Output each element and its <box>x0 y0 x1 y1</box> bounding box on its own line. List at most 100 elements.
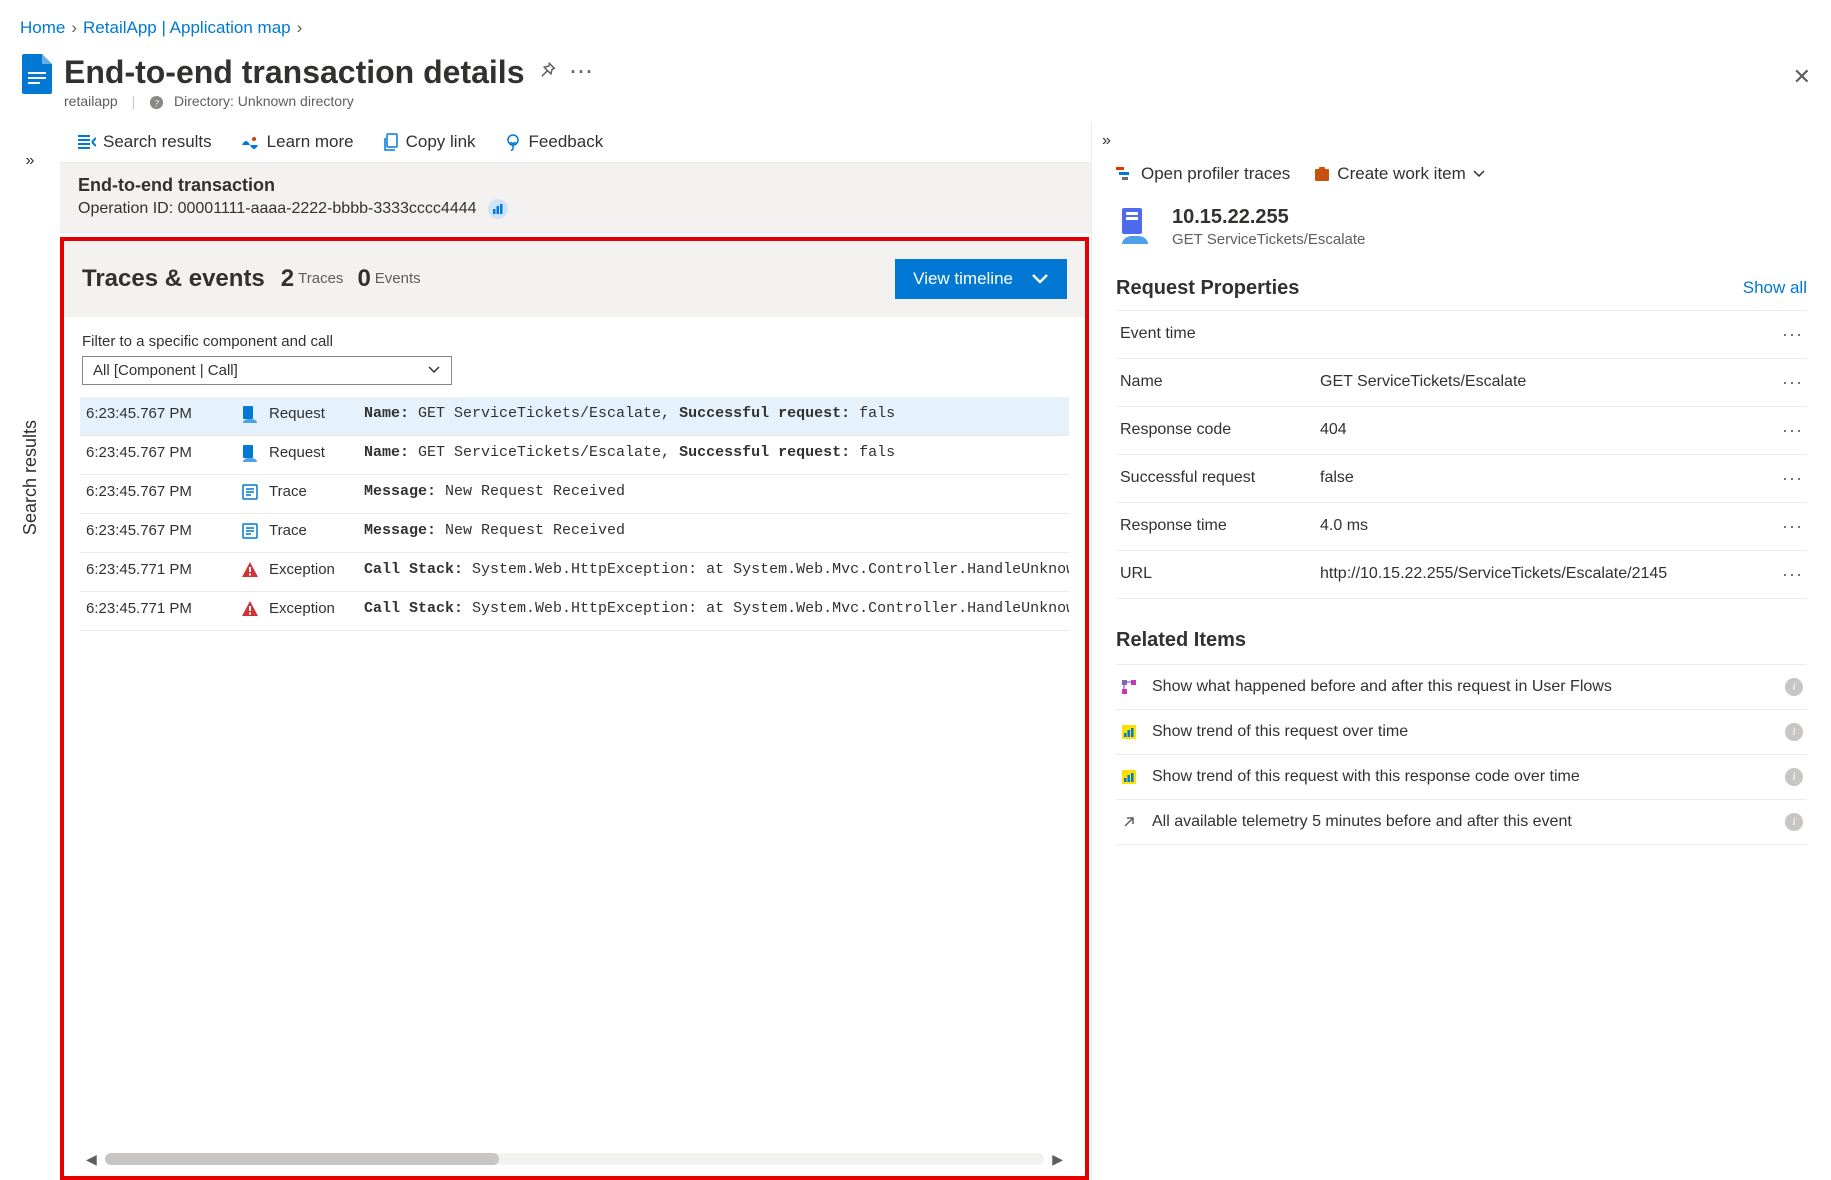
event-row[interactable]: 6:23:45.771 PMExceptionCall Stack: Syste… <box>80 552 1069 591</box>
operation-id-label: Operation ID: <box>78 200 173 217</box>
related-item[interactable]: Show what happened before and after this… <box>1116 664 1807 710</box>
operation-title: End-to-end transaction <box>78 175 1073 196</box>
more-icon[interactable]: ··· <box>1782 564 1803 585</box>
property-label: Response time <box>1120 517 1320 535</box>
event-detail: Message: New Request Received <box>358 513 1069 552</box>
event-type-icon <box>235 397 263 436</box>
more-icon[interactable]: ··· <box>1782 420 1803 441</box>
open-profiler-button[interactable]: Open profiler traces <box>1116 164 1290 184</box>
event-time: 6:23:45.767 PM <box>80 397 235 436</box>
traces-count: 2 <box>281 265 294 293</box>
breadcrumb-app[interactable]: RetailApp | Application map <box>83 18 291 38</box>
event-row[interactable]: 6:23:45.767 PM RequestName: GET ServiceTi… <box>80 397 1069 436</box>
related-item-icon <box>1120 769 1138 785</box>
search-results-button[interactable]: Search results <box>78 132 212 152</box>
scroll-left-icon[interactable]: ◀ <box>82 1151 101 1168</box>
copy-link-button[interactable]: Copy link <box>382 132 476 152</box>
expand-right-icon[interactable]: » <box>1102 132 1111 150</box>
events-count: 0 <box>357 265 370 293</box>
related-item-label: Show trend of this request over time <box>1152 723 1771 741</box>
more-icon[interactable]: ··· <box>1782 468 1803 489</box>
insights-icon[interactable] <box>487 198 509 220</box>
event-type-icon <box>235 435 263 474</box>
breadcrumb: Home › RetailApp | Application map › <box>0 0 1831 46</box>
event-row[interactable]: 6:23:45.767 PM RequestName: GET ServiceTi… <box>80 435 1069 474</box>
more-icon[interactable]: ··· <box>1782 372 1803 393</box>
property-value: GET ServiceTickets/Escalate <box>1320 373 1782 391</box>
property-label: Name <box>1120 373 1320 391</box>
more-icon[interactable]: ··· <box>1782 324 1803 345</box>
event-detail: Name: GET ServiceTickets/Escalate, Succe… <box>358 435 1069 474</box>
related-item[interactable]: Show trend of this request over time i <box>1116 710 1807 755</box>
events-table: 6:23:45.767 PM RequestName: GET ServiceTi… <box>80 397 1069 631</box>
svg-text:?: ? <box>154 99 159 109</box>
property-row: Response code404··· <box>1116 407 1807 455</box>
operation-id-value: 00001111-aaaa-2222-bbbb-3333cccc4444 <box>178 200 477 217</box>
event-row[interactable]: 6:23:45.767 PMTraceMessage: New Request … <box>80 474 1069 513</box>
filter-select[interactable]: All [Component | Call] <box>82 356 452 385</box>
event-detail: Name: GET ServiceTickets/Escalate, Succe… <box>358 397 1069 436</box>
document-icon <box>20 54 54 97</box>
property-label: Event time <box>1120 325 1320 343</box>
property-label: Successful request <box>1120 469 1320 487</box>
traces-word: Traces <box>298 270 343 287</box>
info-icon[interactable]: i <box>1785 723 1803 741</box>
chevron-right-icon: › <box>71 18 77 38</box>
scroll-right-icon[interactable]: ▶ <box>1048 1151 1067 1168</box>
event-type-icon <box>235 474 263 513</box>
event-time: 6:23:45.767 PM <box>80 435 235 474</box>
feedback-button[interactable]: Feedback <box>504 132 604 152</box>
property-row: NameGET ServiceTickets/Escalate··· <box>1116 359 1807 407</box>
horizontal-scrollbar[interactable]: ◀ ▶ <box>64 1147 1085 1176</box>
event-time: 6:23:45.771 PM <box>80 591 235 630</box>
event-type-icon <box>235 513 263 552</box>
breadcrumb-home[interactable]: Home <box>20 18 65 38</box>
request-name: GET ServiceTickets/Escalate <box>1172 231 1365 248</box>
page-title: End-to-end transaction details <box>64 54 524 91</box>
request-properties-heading: Request Properties <box>1116 277 1299 300</box>
learn-more-button[interactable]: Learn more <box>240 132 354 152</box>
chevron-down-icon <box>1031 273 1049 285</box>
property-row: URLhttp://10.15.22.255/ServiceTickets/Es… <box>1116 551 1807 599</box>
event-type: Request <box>263 435 358 474</box>
event-type-icon <box>235 552 263 591</box>
related-item[interactable]: All available telemetry 5 minutes before… <box>1116 800 1807 845</box>
create-work-item-button[interactable]: Create work item <box>1314 164 1484 184</box>
more-icon[interactable]: ··· <box>1782 516 1803 537</box>
event-row[interactable]: 6:23:45.767 PMTraceMessage: New Request … <box>80 513 1069 552</box>
traces-heading: Traces & events <box>82 265 265 293</box>
info-icon[interactable]: ? <box>149 95 164 110</box>
event-time: 6:23:45.771 PM <box>80 552 235 591</box>
event-type: Trace <box>263 513 358 552</box>
request-host: 10.15.22.255 <box>1172 206 1365 229</box>
related-item-label: Show trend of this request with this res… <box>1152 768 1771 786</box>
event-type: Request <box>263 397 358 436</box>
related-item-icon <box>1120 724 1138 740</box>
server-icon <box>1116 206 1156 249</box>
info-icon[interactable]: i <box>1785 813 1803 831</box>
pin-icon[interactable] <box>538 61 556 84</box>
property-row: Successful requestfalse··· <box>1116 455 1807 503</box>
info-icon[interactable]: i <box>1785 678 1803 696</box>
event-row[interactable]: 6:23:45.771 PMExceptionCall Stack: Syste… <box>80 591 1069 630</box>
property-row: Event time ··· <box>1116 310 1807 359</box>
events-word: Events <box>375 270 421 287</box>
related-item-icon <box>1120 679 1138 695</box>
view-timeline-button[interactable]: View timeline <box>895 259 1067 299</box>
related-item[interactable]: Show trend of this request with this res… <box>1116 755 1807 800</box>
more-icon[interactable]: ··· <box>570 62 594 83</box>
property-row: Response time4.0 ms··· <box>1116 503 1807 551</box>
close-icon[interactable]: ✕ <box>1793 54 1811 90</box>
filter-label: Filter to a specific component and call <box>82 333 1067 350</box>
chevron-down-icon <box>1473 170 1485 178</box>
event-type-icon <box>235 591 263 630</box>
show-all-link[interactable]: Show all <box>1743 278 1807 298</box>
expand-right-icon[interactable]: » <box>26 152 35 170</box>
info-icon[interactable]: i <box>1785 768 1803 786</box>
event-type: Trace <box>263 474 358 513</box>
property-value: 404 <box>1320 421 1782 439</box>
directory-label: Directory: Unknown directory <box>174 93 354 109</box>
event-time: 6:23:45.767 PM <box>80 474 235 513</box>
related-items-heading: Related Items <box>1092 617 1831 664</box>
property-value: 4.0 ms <box>1320 517 1782 535</box>
